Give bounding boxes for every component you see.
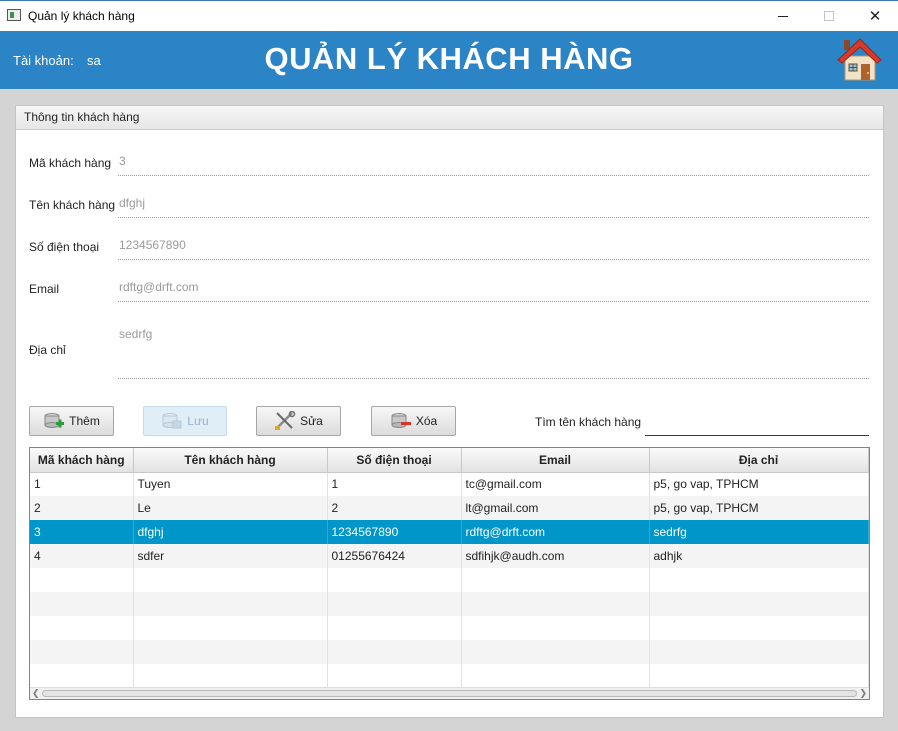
address-label: Địa chỉ — [29, 343, 66, 357]
empty-table-row — [30, 664, 869, 688]
column-header-email[interactable]: Email — [461, 448, 650, 473]
empty-table-row — [30, 616, 869, 640]
delete-button-label: Xóa — [415, 414, 438, 428]
table-row-selected[interactable]: 3 dfghj 1234567890 rdftg@drft.com sedrfg — [30, 520, 869, 544]
edit-tools-icon — [275, 411, 296, 430]
add-icon — [44, 413, 65, 428]
table-cell: 01255676424 — [327, 544, 462, 568]
table-row[interactable]: 1 Tuyen 1 tc@gmail.com p5, go vap, TPHCM — [30, 472, 869, 496]
table-cell: Tuyen — [133, 472, 328, 496]
table-row[interactable]: 4 sdfer 01255676424 sdfihjk@audh.com adh… — [30, 544, 869, 568]
email-field[interactable]: rdftg@drft.com — [118, 280, 869, 302]
table-cell: 1 — [30, 472, 134, 496]
customer-name-field[interactable]: dfghj — [118, 196, 869, 218]
customer-id-field[interactable]: 3 — [118, 154, 869, 176]
save-icon — [162, 413, 182, 429]
search-input[interactable] — [645, 411, 869, 436]
table-cell: 2 — [30, 496, 134, 520]
column-header-address[interactable]: Địa chỉ — [649, 448, 869, 473]
customer-id-label: Mã khách hàng — [29, 156, 112, 170]
phone-label: Số điện thoại — [29, 240, 100, 254]
table-cell: p5, go vap, TPHCM — [649, 472, 869, 496]
table-cell: 3 — [30, 520, 134, 544]
horizontal-scrollbar[interactable]: ❮ ❯ — [30, 687, 869, 699]
scroll-right-icon[interactable]: ❯ — [859, 688, 867, 699]
add-button[interactable]: Thêm — [29, 406, 114, 436]
delete-button[interactable]: Xóa — [371, 406, 456, 436]
page-title: QUẢN LÝ KHÁCH HÀNG — [264, 41, 634, 76]
close-icon: ✕ — [868, 8, 882, 25]
empty-table-row — [30, 640, 869, 664]
maximize-icon — [824, 11, 834, 21]
customer-table[interactable]: Mã khách hàng Tên khách hàng Số điện tho… — [29, 447, 870, 700]
window-titlebar: Quản lý khách hàng ✕ — [0, 0, 898, 31]
phone-field[interactable]: 1234567890 — [118, 238, 869, 260]
table-cell: rdftg@drft.com — [461, 520, 650, 544]
minimize-icon — [778, 15, 788, 17]
table-cell: dfghj — [133, 520, 328, 544]
window-title: Quản lý khách hàng — [28, 9, 135, 23]
minimize-button[interactable] — [760, 1, 806, 31]
scroll-left-icon[interactable]: ❮ — [32, 688, 40, 699]
table-cell: 1 — [327, 472, 462, 496]
app-header: Tài khoản: sa QUẢN LÝ KHÁCH HÀNG — [0, 31, 898, 89]
close-button[interactable]: ✕ — [852, 1, 898, 31]
save-button-label: Lưu — [187, 414, 209, 428]
search-label: Tìm tên khách hàng — [535, 415, 642, 429]
add-button-label: Thêm — [69, 414, 100, 428]
scrollbar-thumb[interactable] — [42, 690, 857, 697]
table-cell: 2 — [327, 496, 462, 520]
edit-button-label: Sửa — [300, 414, 323, 428]
empty-table-row — [30, 592, 869, 616]
column-header-name[interactable]: Tên khách hàng — [133, 448, 328, 473]
empty-table-row — [30, 568, 869, 592]
table-cell: sdfer — [133, 544, 328, 568]
table-cell: p5, go vap, TPHCM — [649, 496, 869, 520]
column-header-phone[interactable]: Số điện thoại — [327, 448, 462, 473]
home-icon[interactable] — [835, 36, 883, 82]
delete-icon — [391, 413, 411, 428]
customer-name-label: Tên khách hàng — [29, 198, 116, 212]
panel-title: Thông tin khách hàng — [16, 106, 883, 130]
table-header-row: Mã khách hàng Tên khách hàng Số điện tho… — [30, 448, 869, 473]
table-row[interactable]: 2 Le 2 lt@gmail.com p5, go vap, TPHCM — [30, 496, 869, 520]
column-header-id[interactable]: Mã khách hàng — [30, 448, 134, 473]
table-cell: lt@gmail.com — [461, 496, 650, 520]
table-cell: 1234567890 — [327, 520, 462, 544]
table-cell: tc@gmail.com — [461, 472, 650, 496]
table-cell: sdfihjk@audh.com — [461, 544, 650, 568]
table-cell: adhjk — [649, 544, 869, 568]
table-cell: 4 — [30, 544, 134, 568]
maximize-button[interactable] — [806, 1, 852, 31]
table-cell: sedrfg — [649, 520, 869, 544]
table-cell: Le — [133, 496, 328, 520]
edit-button[interactable]: Sửa — [256, 406, 341, 436]
app-icon — [7, 9, 21, 21]
save-button[interactable]: Lưu — [143, 406, 227, 436]
customer-info-panel: Thông tin khách hàng Mã khách hàng 3 Tên… — [15, 105, 884, 718]
address-field[interactable]: sedrfg — [118, 327, 869, 379]
email-label: Email — [29, 282, 60, 296]
